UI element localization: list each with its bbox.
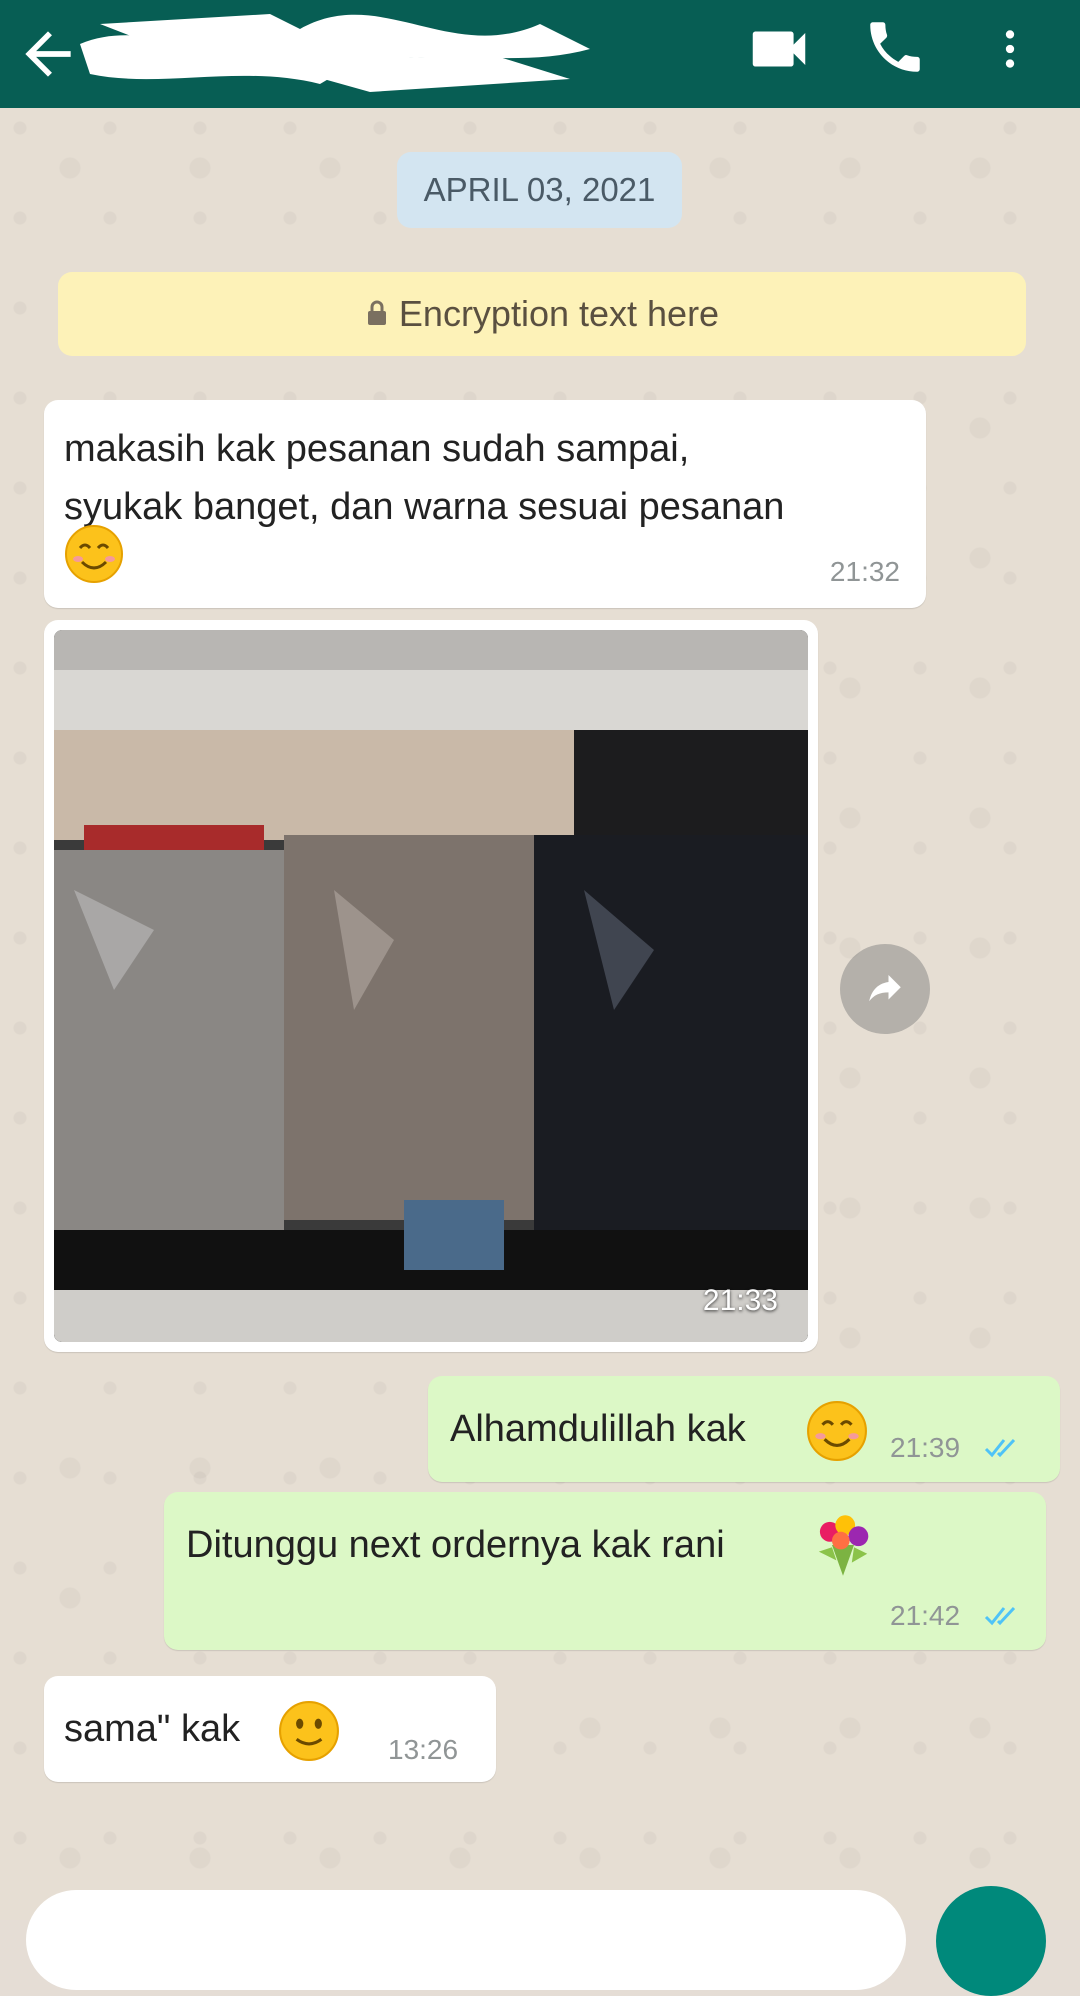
message-bubble-incoming[interactable]: sama" kak 13:26 — [44, 1676, 496, 1782]
video-call-icon — [752, 31, 806, 67]
message-text: makasih kak pesanan sudah sampai, syukak… — [64, 420, 784, 536]
message-line: makasih kak pesanan sudah sampai, — [64, 428, 690, 470]
date-divider: APRIL 03, 2021 — [397, 152, 682, 228]
chat-header — [0, 0, 1080, 108]
bouquet-emoji-icon — [818, 1515, 869, 1576]
redaction-scribble — [80, 14, 590, 92]
phone-icon — [870, 22, 920, 72]
message-time: 13:26 — [388, 1734, 459, 1765]
packaged-clothes-photo-icon — [54, 630, 808, 1342]
message-text: Ditunggu next ordernya kak rani — [186, 1524, 725, 1566]
slight-smile-emoji-icon — [279, 1701, 339, 1761]
message-bubble-outgoing[interactable]: Alhamdulillah kak 21:39 — [428, 1376, 1060, 1482]
shared-photo[interactable]: 21:33 — [54, 630, 808, 1342]
encryption-text: Encryption text here — [398, 293, 720, 334]
smiling-face-emoji-icon — [65, 525, 123, 583]
voice-call-button[interactable] — [862, 14, 932, 84]
message-bubble-outgoing[interactable]: Ditunggu next ordernya kak rani 21:42 — [164, 1492, 1046, 1650]
mic-button[interactable] — [936, 1886, 1046, 1996]
message-text: Alhamdulillah kak — [450, 1408, 746, 1450]
smiling-face-emoji-icon — [807, 1401, 867, 1461]
message-time: 21:39 — [890, 1432, 961, 1463]
message-text: sama" kak — [64, 1708, 241, 1750]
message-time: 21:42 — [890, 1600, 961, 1631]
lock-icon — [367, 301, 386, 326]
message-line: syukak banget, dan warna sesuai pesanan — [64, 486, 785, 528]
image-message-bubble[interactable]: 21:33 — [44, 620, 818, 1352]
message-input[interactable] — [26, 1890, 906, 1990]
forward-icon — [869, 975, 901, 1002]
menu-button[interactable] — [985, 14, 1035, 84]
double-check-read-icon — [984, 1438, 1016, 1458]
forward-button[interactable] — [840, 944, 930, 1034]
double-check-read-icon — [984, 1606, 1016, 1626]
encryption-notice[interactable]: Encryption text here — [58, 272, 1026, 356]
video-call-button[interactable] — [744, 14, 814, 84]
message-bubble-incoming[interactable]: makasih kak pesanan sudah sampai, syukak… — [44, 400, 926, 608]
message-time: 21:32 — [829, 556, 900, 587]
more-vert-icon — [1005, 30, 1015, 68]
image-time: 21:33 — [702, 1284, 778, 1317]
